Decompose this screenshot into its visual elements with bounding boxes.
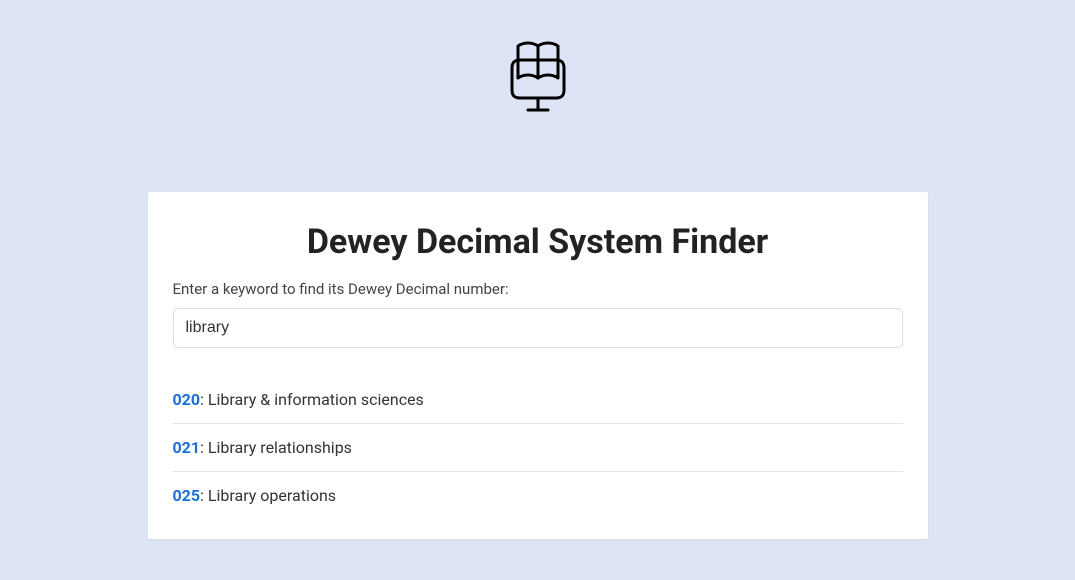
search-prompt-label: Enter a keyword to find its Dewey Decima… (173, 280, 903, 298)
finder-card: Dewey Decimal System Finder Enter a keyw… (148, 192, 928, 539)
result-item[interactable]: 020: Library & information sciences (173, 376, 903, 424)
logo-container (500, 40, 576, 132)
result-number: 020 (173, 390, 201, 409)
results-list: 020: Library & information sciences 021:… (173, 376, 903, 519)
result-number: 025 (173, 486, 201, 505)
result-item[interactable]: 025: Library operations (173, 472, 903, 519)
book-podium-icon (500, 40, 576, 128)
keyword-input[interactable] (173, 308, 903, 348)
page-title: Dewey Decimal System Finder (173, 222, 903, 262)
result-label: Library operations (208, 486, 336, 505)
result-label: Library relationships (208, 438, 352, 457)
result-item[interactable]: 021: Library relationships (173, 424, 903, 472)
result-label: Library & information sciences (208, 390, 424, 409)
result-number: 021 (173, 438, 201, 457)
